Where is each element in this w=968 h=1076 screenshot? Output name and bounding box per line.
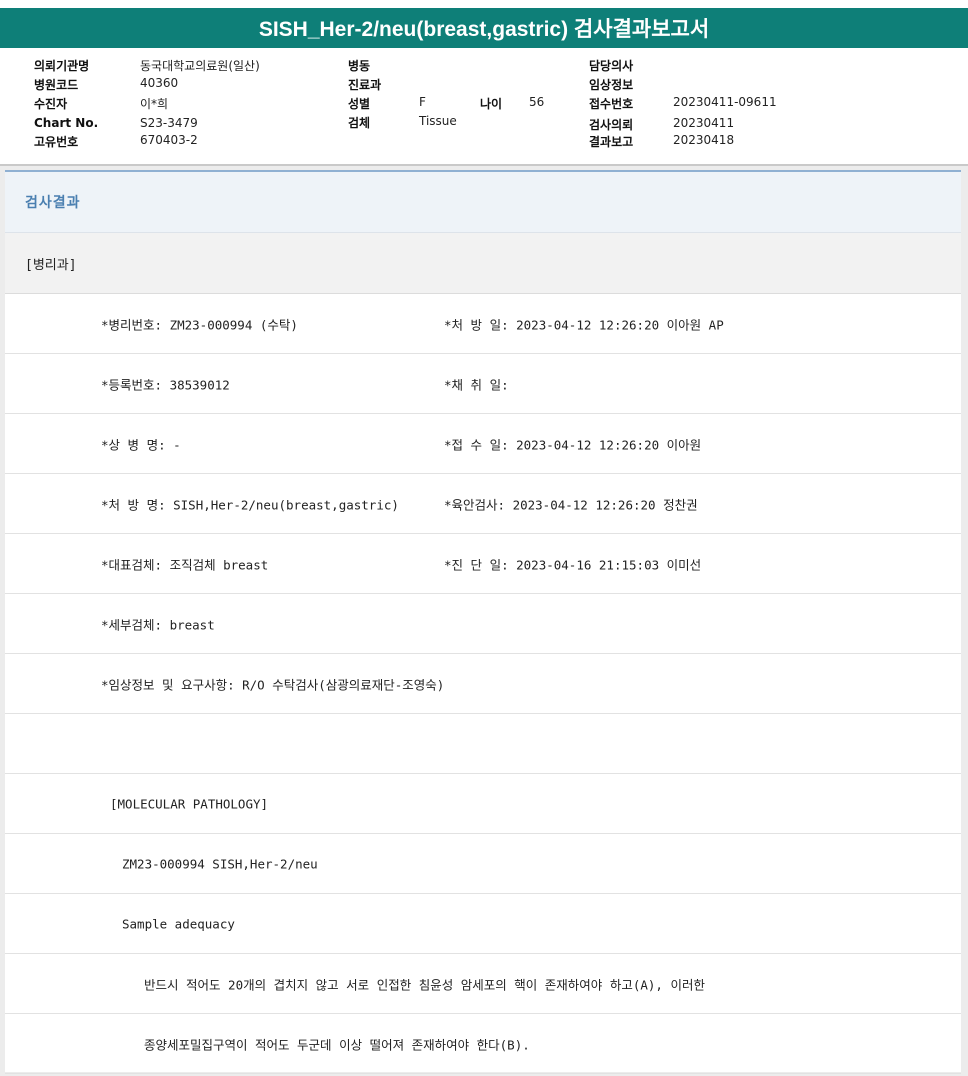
- value-age: 56: [529, 95, 545, 109]
- clinical-request: *임상정보 및 요구사항: R/O 수탁검사(삼광의료재단-조영숙): [101, 677, 445, 692]
- label-request-date: 검사의뢰: [589, 118, 634, 132]
- label-clinical-info: 임상정보: [589, 78, 634, 92]
- label-age: 나이: [480, 97, 503, 111]
- test-identifier: ZM23-000994 SISH,Her-2/neu: [122, 856, 318, 871]
- patient-header: 의뢰기관명 동국대학교의료원(일산) 병원코드 40360 수진자 이*희 Ch…: [0, 48, 968, 166]
- value-hospital-code: 40360: [140, 76, 179, 90]
- table-row: ZM23-000994 SISH,Her-2/neu: [5, 834, 961, 894]
- blank-row: [5, 714, 961, 774]
- report-title: SISH_Her-2/neu(breast,gastric) 검사결과보고서: [0, 8, 968, 48]
- adequacy-criteria-line-1: 반드시 적어도 20개의 겹치지 않고 서로 인접한 침윤성 암세포의 핵이 존…: [144, 977, 705, 992]
- order-name: *처 방 명: SISH,Her-2/neu(breast,gastric): [101, 497, 399, 512]
- section-title: 검사결과: [5, 172, 961, 233]
- adequacy-criteria-line-2: 종양세포밀집구역이 적어도 두군데 이상 떨어져 존재하여야 한다(B).: [144, 1037, 530, 1052]
- table-row: *상 병 명: - *접 수 일: 2023-04-12 12:26:20 이아…: [5, 414, 961, 474]
- value-sex: F: [419, 95, 426, 109]
- table-row: [MOLECULAR PATHOLOGY]: [5, 774, 961, 834]
- table-row: 반드시 적어도 20개의 겹치지 않고 서로 인접한 침윤성 암세포의 핵이 존…: [5, 954, 961, 1014]
- table-row: Sample adequacy: [5, 894, 961, 954]
- label-unique-no: 고유번호: [34, 135, 79, 149]
- sample-adequacy-heading: Sample adequacy: [122, 916, 235, 931]
- label-specimen: 검체: [348, 116, 371, 130]
- label-sex: 성별: [348, 97, 371, 111]
- label-receipt-no: 접수번호: [589, 97, 634, 111]
- value-report-date: 20230418: [673, 133, 735, 147]
- molecular-pathology-heading: [MOLECULAR PATHOLOGY]: [110, 796, 269, 811]
- label-report-date: 결과보고: [589, 135, 634, 149]
- table-row: *세부검체: breast: [5, 594, 961, 654]
- value-receipt-no: 20230411-09611: [673, 95, 777, 109]
- diagnosis-name: *상 병 명: -: [101, 437, 181, 452]
- detail-specimen: *세부검체: breast: [101, 617, 215, 632]
- label-ward: 병동: [348, 59, 371, 73]
- table-row: *등록번호: 38539012 *채 취 일:: [5, 354, 961, 414]
- result-panel: 검사결과 [병리과] *병리번호: ZM23-000994 (수탁) *처 방 …: [5, 170, 961, 1074]
- table-row: *병리번호: ZM23-000994 (수탁) *처 방 일: 2023-04-…: [5, 294, 961, 354]
- label-patient: 수진자: [34, 97, 68, 111]
- label-institution: 의뢰기관명: [34, 59, 90, 73]
- value-patient: 이*희: [140, 97, 169, 111]
- value-chart-no: S23-3479: [140, 116, 198, 130]
- pathology-number: *병리번호: ZM23-000994 (수탁): [101, 317, 298, 332]
- table-row: *대표검체: 조직검체 breast *진 단 일: 2023-04-16 21…: [5, 534, 961, 594]
- label-doctor: 담당의사: [589, 59, 634, 73]
- table-row: *임상정보 및 요구사항: R/O 수탁검사(삼광의료재단-조영숙): [5, 654, 961, 714]
- receipt-date: *접 수 일: 2023-04-12 12:26:20 이아원: [444, 437, 702, 452]
- table-row: 종양세포밀집구역이 적어도 두군데 이상 떨어져 존재하여야 한다(B).: [5, 1014, 961, 1074]
- order-date: *처 방 일: 2023-04-12 12:26:20 이아원 AP: [444, 317, 724, 332]
- label-hospital-code: 병원코드: [34, 78, 79, 92]
- gross-exam: *육안검사: 2023-04-12 12:26:20 정찬권: [444, 497, 698, 512]
- value-request-date: 20230411: [673, 116, 735, 130]
- label-chart-no: Chart No.: [34, 116, 99, 130]
- value-institution: 동국대학교의료원(일산): [140, 59, 260, 73]
- collection-date: *채 취 일:: [444, 377, 509, 392]
- value-unique-no: 670403-2: [140, 133, 198, 147]
- diagnosis-date: *진 단 일: 2023-04-16 21:15:03 이미선: [444, 557, 702, 572]
- label-department: 진료과: [348, 78, 382, 92]
- department-label: [병리과]: [5, 233, 961, 294]
- value-specimen: Tissue: [419, 114, 457, 128]
- top-strip: [0, 0, 968, 8]
- table-row: *처 방 명: SISH,Her-2/neu(breast,gastric) *…: [5, 474, 961, 534]
- representative-specimen: *대표검체: 조직검체 breast: [101, 557, 269, 572]
- registration-number: *등록번호: 38539012: [101, 377, 230, 392]
